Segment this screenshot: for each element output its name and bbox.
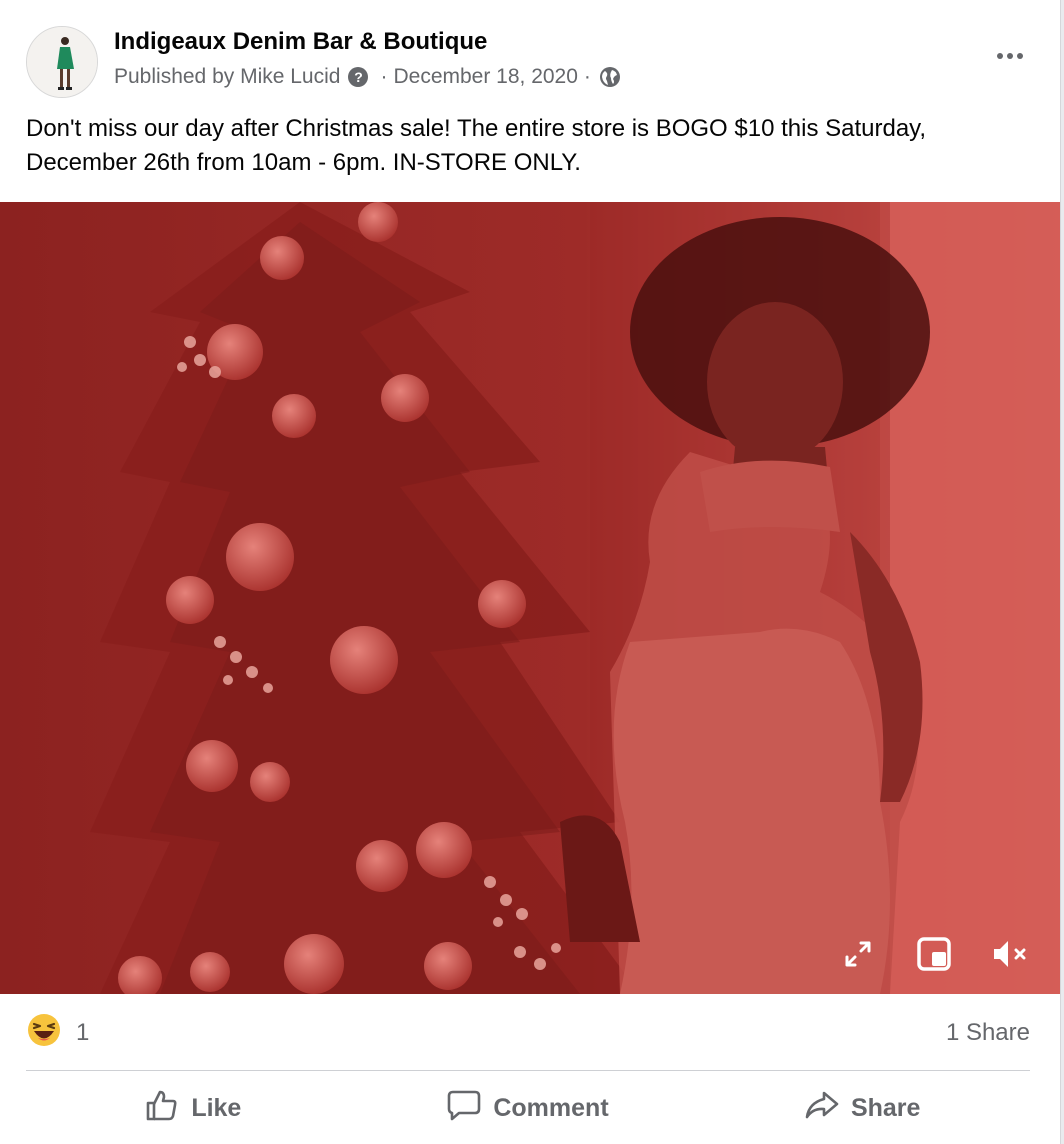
comment-button[interactable]: Comment xyxy=(361,1080,696,1136)
comment-bubble-icon xyxy=(447,1089,481,1128)
share-arrow-icon xyxy=(805,1090,839,1127)
like-button[interactable]: Like xyxy=(26,1080,361,1136)
page-name[interactable]: Indigeaux Denim Bar & Boutique xyxy=(114,28,487,56)
post-stats: 1 1 Share xyxy=(26,1010,1030,1056)
post-card: Indigeaux Denim Bar & Boutique Published… xyxy=(0,0,1061,1144)
published-by[interactable]: Published by Mike Lucid xyxy=(114,65,340,89)
video-player[interactable] xyxy=(0,202,1060,994)
more-horizontal-icon[interactable] xyxy=(990,44,1030,68)
muted-speaker-icon[interactable] xyxy=(990,934,1030,974)
like-label: Like xyxy=(191,1093,242,1122)
share-count[interactable]: 1 Share xyxy=(946,1019,1030,1047)
thumbs-up-icon xyxy=(145,1089,179,1128)
reaction-count: 1 xyxy=(76,1019,90,1046)
video-frame xyxy=(0,202,1060,994)
share-label: Share xyxy=(850,1093,921,1122)
picture-in-picture-icon[interactable] xyxy=(914,934,954,974)
post-actions: Like Comment Share xyxy=(26,1078,1030,1138)
fullscreen-icon[interactable] xyxy=(838,934,878,974)
post-header: Indigeaux Denim Bar & Boutique Published… xyxy=(26,26,1036,98)
post-date[interactable]: December 18, 2020 xyxy=(393,65,577,89)
meta-separator: · xyxy=(380,65,388,88)
divider xyxy=(26,1070,1030,1071)
meta-separator: · xyxy=(583,65,591,88)
page-avatar[interactable] xyxy=(26,26,98,98)
comment-label: Comment xyxy=(493,1093,609,1122)
haha-emoji-icon xyxy=(26,1012,62,1055)
post-text: Don't miss our day after Christmas sale!… xyxy=(26,115,927,176)
share-button[interactable]: Share xyxy=(695,1080,1030,1136)
globe-icon xyxy=(599,66,621,88)
reactions-summary[interactable]: 1 xyxy=(26,1012,89,1055)
question-circle-icon[interactable]: ? xyxy=(348,67,369,87)
post-meta: Published by Mike Lucid ? · December 18,… xyxy=(114,62,621,92)
